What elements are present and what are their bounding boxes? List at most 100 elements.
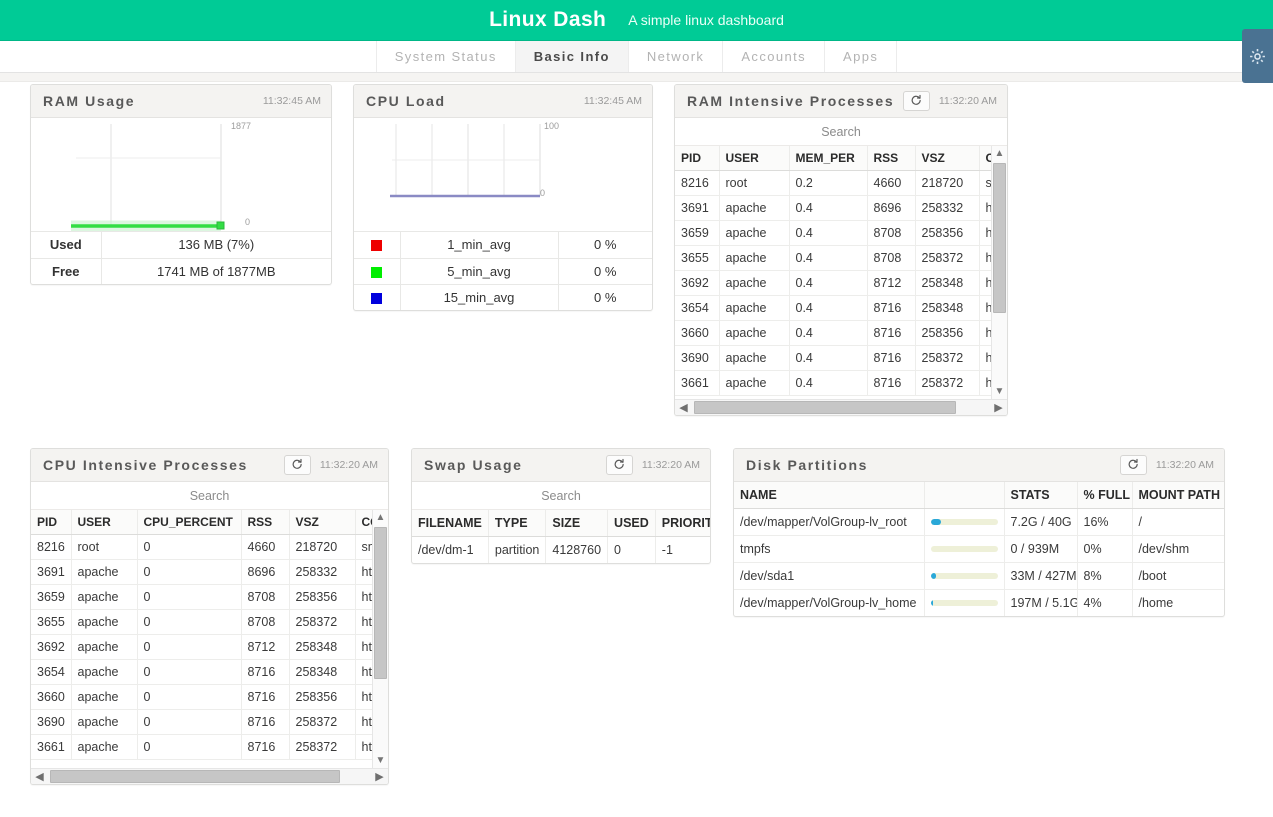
cell-name: tmpfs — [734, 535, 925, 563]
cell-pid: 3690 — [675, 345, 720, 371]
search-input[interactable] — [31, 487, 388, 504]
col-mount-path[interactable]: MOUNT PATH — [1132, 482, 1224, 509]
cell-mem-per: 0.2 — [789, 170, 868, 196]
panel-header: RAM Intensive Processes 11:32:20 AM — [675, 85, 1007, 118]
cell-vsz: 258372 — [289, 709, 356, 735]
cpu-processes-table-wrap: PID USER CPU_PERCENT RSS VSZ COMMAND 821… — [31, 510, 388, 768]
cell-mount-path: / — [1132, 508, 1224, 536]
cell-user: apache — [71, 734, 138, 760]
cell-command: httpd — [355, 559, 372, 585]
panel-swap-usage: Swap Usage 11:32:20 AM FILENAME TYPE SIZ… — [411, 448, 711, 564]
cell-percent-full: 8% — [1077, 562, 1133, 590]
col-command[interactable]: COMMAND — [979, 146, 991, 171]
cell-command: httpd — [979, 245, 991, 271]
vertical-scroll-thumb[interactable] — [993, 163, 1006, 313]
legend-swatch-cell — [354, 284, 401, 310]
panel-header: CPU Intensive Processes 11:32:20 AM — [31, 449, 388, 482]
cell-cpu-percent: 0 — [137, 684, 242, 710]
horizontal-scroll-track[interactable] — [692, 400, 990, 415]
col-stats[interactable]: STATS — [1004, 482, 1078, 509]
col-filename[interactable]: FILENAME — [412, 510, 489, 537]
refresh-button[interactable] — [1119, 455, 1147, 475]
scroll-down-arrow-icon[interactable]: ▼ — [373, 753, 388, 768]
scroll-up-arrow-icon[interactable]: ▲ — [373, 510, 388, 525]
table-header-row: FILENAME TYPE SIZE USED PRIORITY — [412, 510, 710, 537]
tab-system-status[interactable]: System Status — [375, 41, 515, 72]
tab-apps[interactable]: Apps — [824, 41, 898, 72]
col-vsz[interactable]: VSZ — [289, 510, 356, 535]
horizontal-scrollbar[interactable]: ◀ ▶ — [675, 399, 1007, 415]
cell-pid: 3660 — [31, 684, 72, 710]
col-user[interactable]: USER — [719, 146, 790, 171]
settings-button[interactable] — [1242, 29, 1273, 83]
cell-rss: 8716 — [241, 709, 290, 735]
col-used[interactable]: USED — [607, 510, 656, 537]
col-name[interactable]: NAME — [734, 482, 925, 509]
refresh-button[interactable] — [902, 91, 930, 111]
horizontal-scroll-thumb[interactable] — [694, 401, 956, 414]
cell-command: httpd — [355, 734, 372, 760]
vertical-scroll-thumb[interactable] — [374, 527, 387, 679]
cell-vsz: 258372 — [915, 345, 980, 371]
col-percent-full[interactable]: % FULL — [1077, 482, 1133, 509]
col-command[interactable]: COMMAND — [355, 510, 372, 535]
cell-user: apache — [719, 195, 790, 221]
table-row: 1_min_avg 0 % — [354, 232, 652, 259]
search-input[interactable] — [412, 487, 710, 504]
refresh-button[interactable] — [283, 455, 311, 475]
scroll-right-arrow-icon[interactable]: ▶ — [371, 769, 388, 784]
col-pid[interactable]: PID — [675, 146, 720, 171]
col-type[interactable]: TYPE — [488, 510, 547, 537]
col-rss[interactable]: RSS — [867, 146, 916, 171]
scroll-up-arrow-icon[interactable]: ▲ — [992, 146, 1007, 161]
ram-used-label: Used — [31, 232, 102, 259]
cell-command: httpd — [979, 195, 991, 221]
col-priority[interactable]: PRIORITY — [655, 510, 710, 537]
scroll-left-arrow-icon[interactable]: ◀ — [31, 769, 48, 784]
table-row: 3661apache0.48716258372httpd — [675, 370, 991, 396]
panel-cpu-load: CPU Load 11:32:45 AM 100 0 1_min_avg 0 %… — [353, 84, 653, 311]
horizontal-scrollbar[interactable]: ◀ ▶ — [31, 768, 388, 784]
search-row — [412, 482, 710, 510]
scroll-right-arrow-icon[interactable]: ▶ — [990, 400, 1007, 415]
col-user[interactable]: USER — [71, 510, 138, 535]
scroll-down-arrow-icon[interactable]: ▼ — [992, 384, 1007, 399]
cell-command: smbd — [979, 170, 991, 196]
scroll-left-arrow-icon[interactable]: ◀ — [675, 400, 692, 415]
refresh-button[interactable] — [605, 455, 633, 475]
col-cpu-percent[interactable]: CPU_PERCENT — [137, 510, 242, 535]
cell-mount-path: /home — [1138, 596, 1174, 610]
vertical-scrollbar[interactable]: ▲ ▼ — [372, 510, 388, 768]
table-row: 15_min_avg 0 % — [354, 284, 652, 310]
table-row: 3690apache0.48716258372httpd — [675, 345, 991, 371]
vertical-scroll-track[interactable] — [992, 161, 1007, 384]
horizontal-scroll-thumb[interactable] — [50, 770, 340, 783]
cell-stats: 197M / 5.1G — [1004, 589, 1078, 616]
cell-mem-per: 0.4 — [789, 220, 868, 246]
table-row: 3661apache08716258372httpd — [31, 734, 372, 760]
cell-command: httpd — [355, 709, 372, 735]
col-usage-bar[interactable] — [924, 482, 1005, 509]
panel-title: CPU Intensive Processes — [43, 457, 248, 473]
legend-swatch-cell — [354, 258, 401, 285]
cell-pid: 3659 — [675, 220, 720, 246]
panel-title: RAM Usage — [43, 93, 136, 109]
col-rss[interactable]: RSS — [241, 510, 290, 535]
app-title: Linux Dash — [489, 8, 607, 31]
col-mem-per[interactable]: MEM_PER — [789, 146, 868, 171]
panel-timestamp: 11:32:45 AM — [262, 95, 321, 107]
tab-network[interactable]: Network — [627, 41, 723, 72]
col-pid[interactable]: PID — [31, 510, 72, 535]
search-input[interactable] — [675, 123, 1007, 140]
ram-processes-table: PID USER MEM_PER RSS VSZ COMMAND 8216roo… — [675, 146, 991, 396]
vertical-scroll-track[interactable] — [373, 525, 388, 753]
panel-header: CPU Load 11:32:45 AM — [354, 85, 652, 118]
cell-command: httpd — [355, 659, 372, 685]
col-vsz[interactable]: VSZ — [915, 146, 980, 171]
vertical-scrollbar[interactable]: ▲ ▼ — [991, 146, 1007, 399]
cell-rss: 8716 — [241, 734, 290, 760]
tab-accounts[interactable]: Accounts — [722, 41, 825, 72]
col-size[interactable]: SIZE — [545, 510, 609, 537]
tab-basic-info[interactable]: Basic Info — [514, 41, 628, 72]
horizontal-scroll-track[interactable] — [48, 769, 371, 784]
